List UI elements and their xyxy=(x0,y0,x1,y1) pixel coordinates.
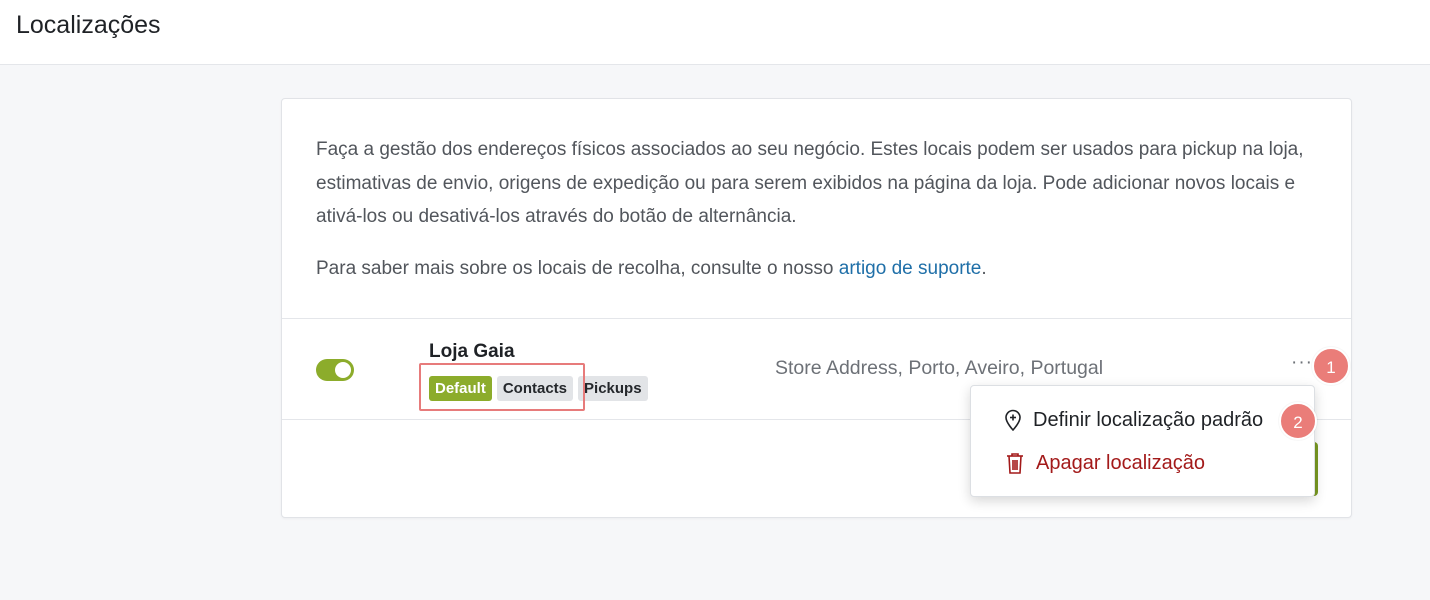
page-title: Localizações xyxy=(16,11,161,39)
location-address: Store Address, Porto, Aveiro, Portugal xyxy=(775,357,1104,379)
menu-item-delete[interactable]: Apagar localização xyxy=(971,443,1314,483)
support-text: Para saber mais sobre os locais de recol… xyxy=(316,254,1326,284)
map-pin-icon xyxy=(1002,408,1024,432)
location-actions-menu: Definir localização padrão Apagar locali… xyxy=(970,385,1315,497)
toggle-knob xyxy=(335,362,351,378)
more-options-icon[interactable]: ··· xyxy=(1291,353,1313,375)
top-bar: Localizações xyxy=(0,0,1430,65)
menu-item-label: Apagar localização xyxy=(1036,451,1205,474)
tags-highlight-box xyxy=(419,363,585,411)
intro-text: Faça a gestão dos endereços físicos asso… xyxy=(316,139,1304,227)
menu-item-set-default[interactable]: Definir localização padrão xyxy=(971,400,1314,440)
support-prefix: Para saber mais sobre os locais de recol… xyxy=(316,258,839,279)
annotation-badge-2: 2 xyxy=(1279,402,1317,440)
menu-item-label: Definir localização padrão xyxy=(1033,408,1264,431)
support-suffix: . xyxy=(981,258,987,279)
annotation-badge-1: 1 xyxy=(1312,347,1350,385)
location-name: Loja Gaia xyxy=(429,341,515,362)
tag-pickups: Pickups xyxy=(578,376,648,401)
location-enabled-toggle[interactable] xyxy=(316,359,354,381)
trash-icon xyxy=(1004,451,1026,475)
support-article-link[interactable]: artigo de suporte xyxy=(839,258,982,279)
divider xyxy=(282,318,1351,319)
